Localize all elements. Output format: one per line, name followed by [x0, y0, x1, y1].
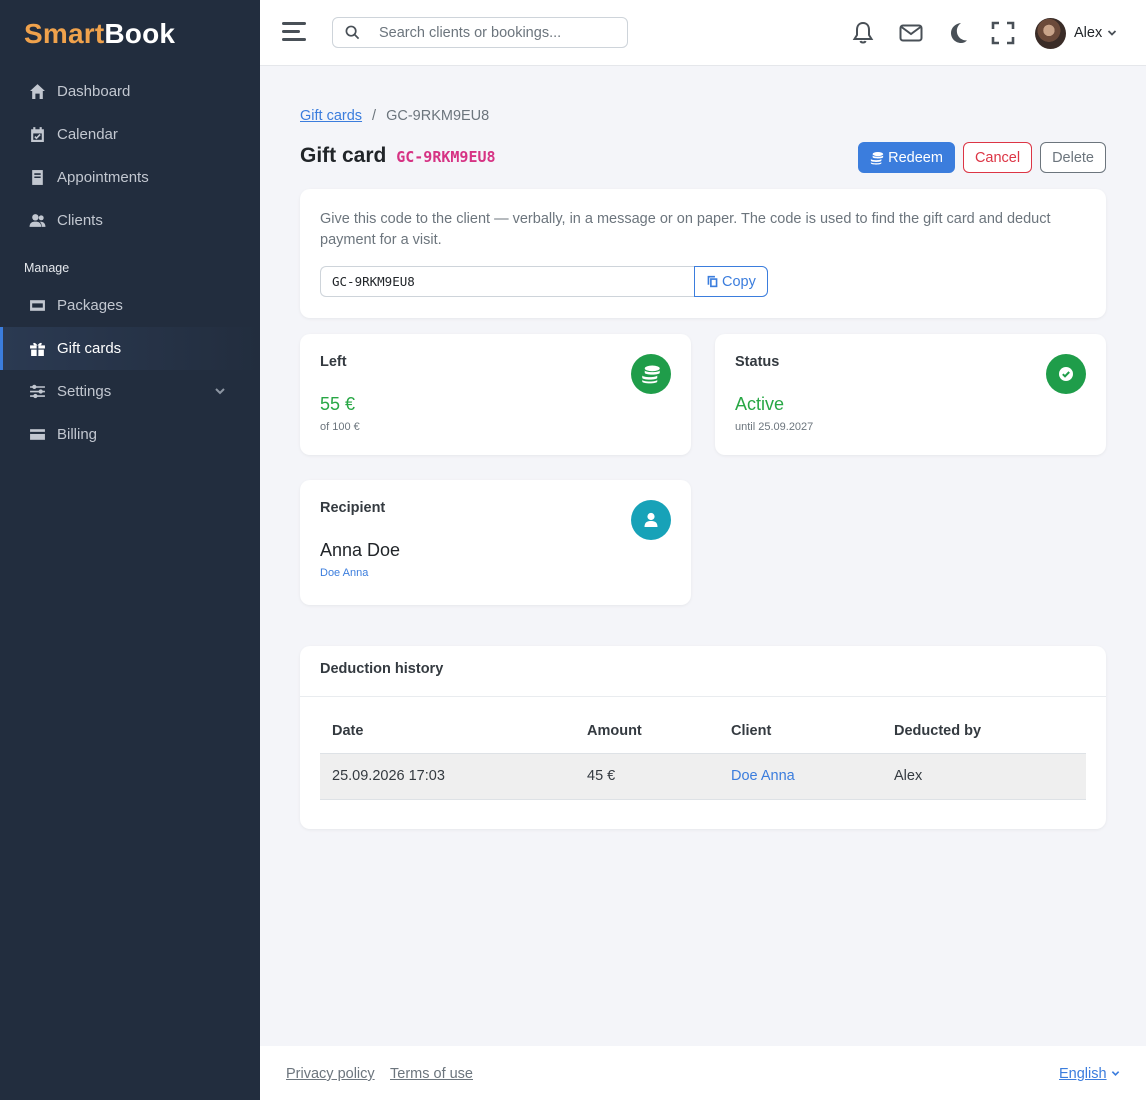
sidebar-item-label: Clients — [57, 212, 103, 229]
calendar-icon — [28, 126, 46, 144]
sliders-icon — [28, 383, 46, 401]
breadcrumb-current: GC-9RKM9EU8 — [386, 108, 490, 124]
bell-icon[interactable] — [850, 20, 876, 46]
menu-toggle-icon[interactable] — [282, 22, 306, 42]
status-value: Active — [735, 394, 785, 414]
status-label: Status — [735, 354, 780, 370]
brand-part-1: Smart — [24, 18, 105, 49]
recipient-card: Recipient Anna Doe Doe Anna — [300, 480, 691, 605]
page-title: Gift card GC-9RKM9EU8 — [300, 144, 496, 168]
sidebar-item-label: Packages — [57, 297, 123, 314]
deduction-history-title: Deduction history — [300, 646, 1106, 697]
redeem-button[interactable]: Redeem — [858, 142, 955, 173]
table-header-row: Date Amount Client Deducted by — [320, 721, 1086, 754]
code-copy-group: GC-9RKM9EU8 Copy — [320, 266, 1086, 297]
fullscreen-icon[interactable] — [990, 20, 1016, 46]
search-icon — [345, 25, 360, 40]
gift-icon — [28, 340, 46, 358]
code-field[interactable]: GC-9RKM9EU8 — [320, 266, 694, 297]
copy-button[interactable]: Copy — [694, 266, 768, 297]
copy-icon — [707, 275, 718, 288]
column-header: Deducted by — [882, 721, 1086, 754]
terms-of-use-link[interactable]: Terms of use — [390, 1066, 473, 1082]
balance-total: of 100 € — [320, 421, 360, 433]
user-name: Alex — [1074, 25, 1103, 41]
cell-client-link[interactable]: Doe Anna — [731, 768, 795, 784]
deduction-table: Date Amount Client Deducted by 25.09.202… — [320, 721, 1086, 800]
users-icon — [28, 212, 46, 230]
copy-button-label: Copy — [722, 273, 756, 290]
cell-amount: 45 € — [575, 753, 719, 800]
redeem-button-label: Redeem — [888, 149, 943, 166]
sidebar-section-manage: Manage — [24, 261, 70, 275]
gift-card-code-label: GC-9RKM9EU8 — [396, 148, 496, 166]
balance-value: 55 € — [320, 394, 356, 414]
column-header: Date — [320, 721, 575, 754]
sidebar-item-billing[interactable]: Billing — [0, 413, 260, 456]
search-input[interactable] — [379, 18, 619, 47]
user-icon — [631, 500, 671, 540]
column-header: Amount — [575, 721, 719, 754]
code-description: Give this code to the client — verbally,… — [320, 211, 1051, 248]
sidebar-item-label: Gift cards — [57, 340, 122, 357]
brand-logo[interactable]: SmartBook — [0, 0, 260, 70]
recipient-name: Anna Doe — [320, 540, 401, 560]
sidebar-item-settings[interactable]: Settings — [0, 370, 260, 413]
chevron-down-icon — [1111, 1071, 1119, 1076]
breadcrumb-separator: / — [372, 108, 377, 124]
mail-icon[interactable] — [898, 20, 924, 46]
action-buttons: Redeem Cancel Delete — [858, 142, 1106, 173]
sidebar: SmartBook Dashboard Calendar Appointment… — [0, 0, 260, 1100]
check-circle-icon — [1046, 354, 1086, 394]
sidebar-item-label: Settings — [57, 383, 112, 400]
cancel-button[interactable]: Cancel — [962, 142, 1033, 173]
gift-code-card: Give this code to the client — verbally,… — [300, 189, 1106, 318]
footer: Privacy policy Terms of use English — [260, 1046, 1146, 1100]
ticket-icon — [28, 297, 46, 315]
user-menu[interactable]: Alex — [1035, 17, 1117, 49]
home-icon — [28, 83, 46, 101]
avatar — [1035, 17, 1066, 49]
moon-icon[interactable] — [945, 20, 971, 46]
recipient-client-link[interactable]: Doe Anna — [320, 567, 671, 579]
cell-deducted-by: Alex — [882, 753, 1086, 800]
balance-label: Left — [320, 354, 347, 370]
sidebar-item-gift-cards[interactable]: Gift cards — [0, 327, 260, 370]
column-header: Client — [719, 721, 882, 754]
chevron-down-icon — [1108, 30, 1117, 36]
sidebar-item-label: Appointments — [57, 169, 149, 186]
page-title-text: Gift card — [300, 144, 387, 167]
chevron-down-icon — [214, 384, 226, 396]
breadcrumb-link-gift-cards[interactable]: Gift cards — [300, 108, 362, 124]
delete-button[interactable]: Delete — [1040, 142, 1106, 173]
language-selector[interactable]: English — [1059, 1066, 1120, 1082]
language-label: English — [1059, 1066, 1107, 1082]
topbar: Alex — [260, 0, 1146, 66]
coins-icon — [631, 354, 671, 394]
recipient-label: Recipient — [320, 500, 386, 516]
sidebar-item-label: Billing — [57, 426, 98, 443]
status-expiry: until 25.09.2027 — [735, 421, 814, 433]
credit-card-icon — [28, 426, 46, 444]
deduction-history-card: Deduction history Date Amount Client Ded… — [300, 646, 1106, 829]
sidebar-item-appointments[interactable]: Appointments — [0, 156, 260, 199]
search-box — [332, 17, 628, 48]
book-icon — [28, 169, 46, 187]
sidebar-item-dashboard[interactable]: Dashboard — [0, 70, 260, 113]
sidebar-item-label: Dashboard — [57, 83, 131, 100]
sidebar-item-packages[interactable]: Packages — [0, 284, 260, 327]
status-card: Status Active until 25.09.2027 — [715, 334, 1106, 455]
balance-card: Left 55 € of 100 € — [300, 334, 691, 455]
privacy-policy-link[interactable]: Privacy policy — [286, 1066, 375, 1082]
sidebar-item-clients[interactable]: Clients — [0, 199, 260, 242]
table-row: 25.09.2026 17:03 45 € Doe Anna Alex — [320, 753, 1086, 800]
sidebar-item-calendar[interactable]: Calendar — [0, 113, 260, 156]
sidebar-item-label: Calendar — [57, 126, 118, 143]
brand-part-2: Book — [104, 18, 176, 49]
breadcrumb: Gift cards / GC-9RKM9EU8 — [300, 108, 489, 124]
cell-date: 25.09.2026 17:03 — [320, 753, 575, 800]
coins-icon — [871, 151, 884, 165]
